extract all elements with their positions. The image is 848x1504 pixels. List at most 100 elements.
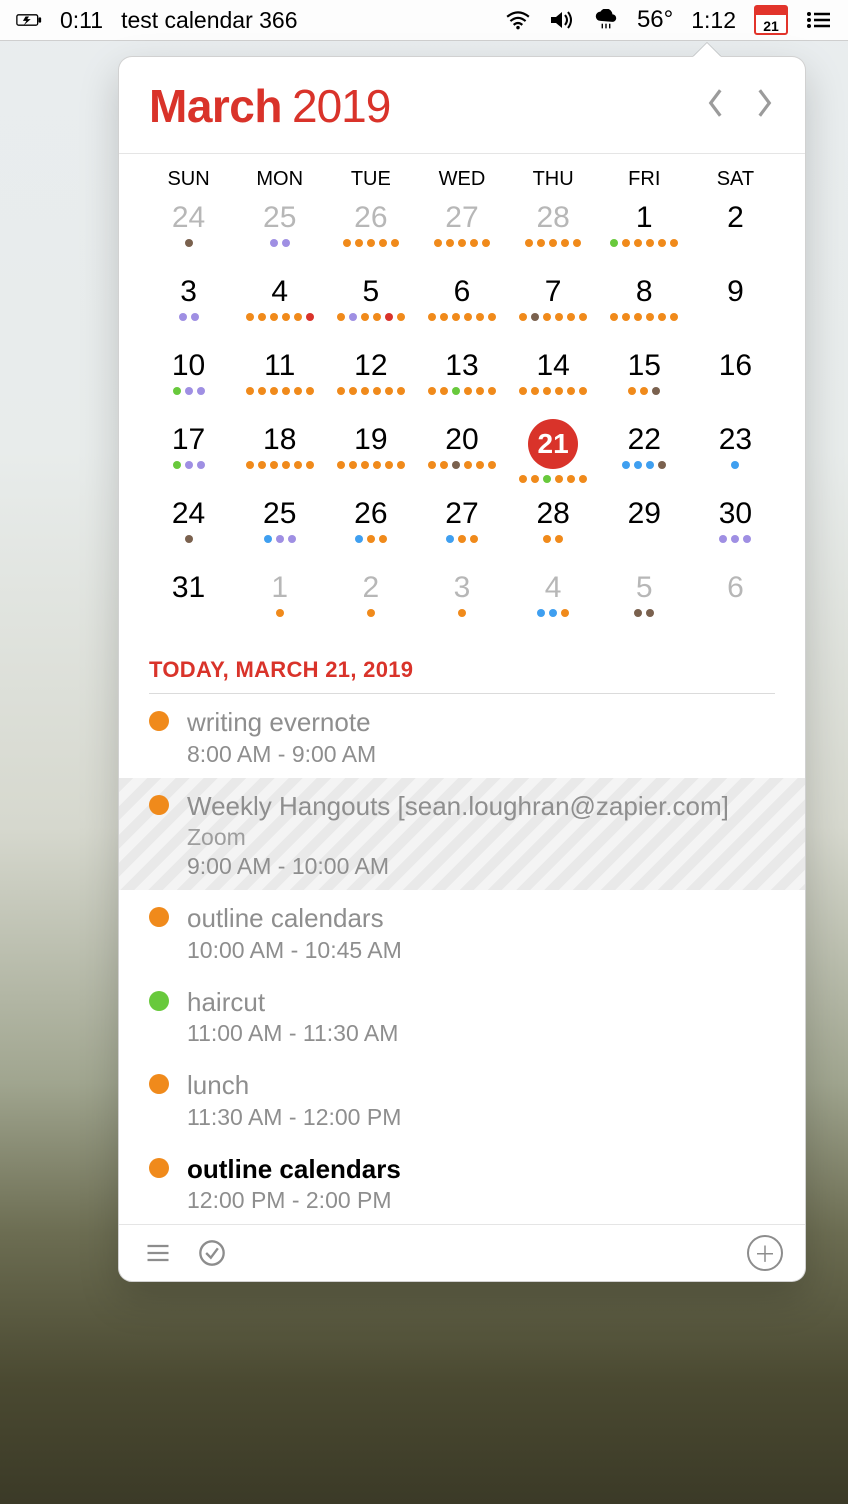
calendar-day-cell[interactable]: 20 — [416, 421, 507, 489]
event-dot — [743, 535, 751, 543]
calendar-day-cell[interactable]: 9 — [690, 273, 781, 341]
event-dot — [543, 475, 551, 483]
calendar-day-cell[interactable]: 27 — [416, 199, 507, 267]
calendar-day-cell[interactable]: 7 — [508, 273, 599, 341]
day-number: 11 — [264, 347, 295, 381]
event-row[interactable]: Weekly Hangouts [sean.loughran@zapier.co… — [119, 778, 805, 891]
event-dot — [488, 387, 496, 395]
calendar-day-cell[interactable]: 30 — [690, 495, 781, 563]
menubar-app-title[interactable]: test calendar 366 — [121, 7, 297, 34]
dow-label: WED — [416, 168, 507, 191]
hamburger-menu-icon[interactable] — [141, 1236, 175, 1270]
event-row[interactable]: haircut11:00 AM - 11:30 AM — [119, 974, 805, 1058]
calendar-day-cell[interactable]: 2 — [690, 199, 781, 267]
calendar-day-cell[interactable]: 2 — [325, 569, 416, 637]
calendar-day-cell[interactable]: 1 — [599, 199, 690, 267]
calendar-day-cell[interactable]: 23 — [690, 421, 781, 489]
event-dot — [337, 387, 345, 395]
calendar-day-cell[interactable]: 22 — [599, 421, 690, 489]
menubar-timer[interactable]: 0:11 — [60, 7, 103, 34]
prev-month-button[interactable] — [705, 86, 727, 126]
event-dot — [446, 239, 454, 247]
event-row[interactable]: outline calendars12:00 PM - 2:00 PM — [119, 1141, 805, 1225]
event-dot — [197, 461, 205, 469]
wifi-icon[interactable] — [505, 9, 531, 31]
checkmark-circle-icon[interactable] — [195, 1236, 229, 1270]
calendar-day-cell[interactable]: 6 — [690, 569, 781, 637]
event-dots — [270, 239, 290, 247]
calendar-day-cell[interactable]: 5 — [325, 273, 416, 341]
calendar-day-cell[interactable]: 13 — [416, 347, 507, 415]
event-dot — [276, 535, 284, 543]
calendar-day-cell[interactable]: 4 — [508, 569, 599, 637]
calendar-day-cell[interactable]: 28 — [508, 495, 599, 563]
event-dot — [531, 475, 539, 483]
day-number: 1 — [271, 569, 288, 603]
calendar-day-cell[interactable]: 8 — [599, 273, 690, 341]
event-dot — [622, 313, 630, 321]
event-dot — [385, 313, 393, 321]
calendar-day-cell[interactable]: 16 — [690, 347, 781, 415]
calendar-day-cell[interactable]: 14 — [508, 347, 599, 415]
day-number: 26 — [354, 495, 387, 529]
event-dots — [246, 313, 314, 321]
event-dot — [367, 535, 375, 543]
event-dots — [537, 609, 569, 617]
calendar-day-cell[interactable]: 4 — [234, 273, 325, 341]
calendar-day-cell[interactable]: 6 — [416, 273, 507, 341]
volume-icon[interactable] — [549, 9, 575, 31]
calendar-day-cell[interactable]: 18 — [234, 421, 325, 489]
event-dots — [434, 239, 490, 247]
dow-label: TUE — [325, 168, 416, 191]
menubar-calendar-icon[interactable]: 21 — [754, 5, 788, 35]
calendar-day-cell[interactable]: 3 — [416, 569, 507, 637]
calendar-day-cell[interactable]: 24 — [143, 199, 234, 267]
calendar-day-cell[interactable]: 10 — [143, 347, 234, 415]
calendar-day-cell[interactable]: 28 — [508, 199, 599, 267]
event-dots — [264, 535, 296, 543]
event-row[interactable]: writing evernote8:00 AM - 9:00 AM — [119, 694, 805, 778]
calendar-day-cell[interactable]: 27 — [416, 495, 507, 563]
calendar-day-cell[interactable]: 31 — [143, 569, 234, 637]
calendar-day-cell[interactable]: 19 — [325, 421, 416, 489]
menubar-clock[interactable]: 1:12 — [691, 7, 736, 34]
event-dot — [185, 239, 193, 247]
calendar-day-cell[interactable]: 15 — [599, 347, 690, 415]
add-event-button[interactable]: ＋ — [747, 1235, 783, 1271]
battery-charging-icon[interactable] — [16, 9, 42, 31]
event-dot — [464, 461, 472, 469]
menubar-temperature[interactable]: 56° — [637, 6, 673, 34]
menubar-list-icon[interactable] — [806, 9, 832, 31]
calendar-day-cell[interactable]: 26 — [325, 199, 416, 267]
calendar-day-cell[interactable]: 12 — [325, 347, 416, 415]
day-number: 18 — [263, 421, 296, 455]
calendar-day-cell[interactable]: 5 — [599, 569, 690, 637]
calendar-day-cell[interactable]: 1 — [234, 569, 325, 637]
calendar-day-cell[interactable]: 29 — [599, 495, 690, 563]
event-row[interactable]: outline calendars10:00 AM - 10:45 AM — [119, 890, 805, 974]
event-dots — [458, 609, 466, 617]
event-dot — [519, 387, 527, 395]
calendar-day-cell[interactable]: 26 — [325, 495, 416, 563]
calendar-day-cell[interactable]: 21 — [508, 421, 599, 489]
event-dot — [258, 387, 266, 395]
calendar-day-cell[interactable]: 25 — [234, 495, 325, 563]
event-row[interactable]: lunch11:30 AM - 12:00 PM — [119, 1057, 805, 1141]
calendar-day-cell[interactable]: 17 — [143, 421, 234, 489]
calendar-day-cell[interactable]: 25 — [234, 199, 325, 267]
event-dot — [179, 313, 187, 321]
event-dot — [191, 313, 199, 321]
next-month-button[interactable] — [753, 86, 775, 126]
event-dot — [555, 475, 563, 483]
event-dot — [397, 313, 405, 321]
day-number: 28 — [536, 495, 569, 529]
event-dot — [367, 609, 375, 617]
weather-cloud-rain-icon[interactable] — [593, 9, 619, 31]
day-number: 1 — [636, 199, 653, 233]
calendar-popover: March 2019 SUNMONTUEWEDTHUFRISAT 2425262… — [118, 56, 806, 1282]
calendar-day-cell[interactable]: 11 — [234, 347, 325, 415]
calendar-day-cell[interactable]: 3 — [143, 273, 234, 341]
event-dot — [258, 461, 266, 469]
calendar-day-cell[interactable]: 24 — [143, 495, 234, 563]
event-dot — [440, 313, 448, 321]
